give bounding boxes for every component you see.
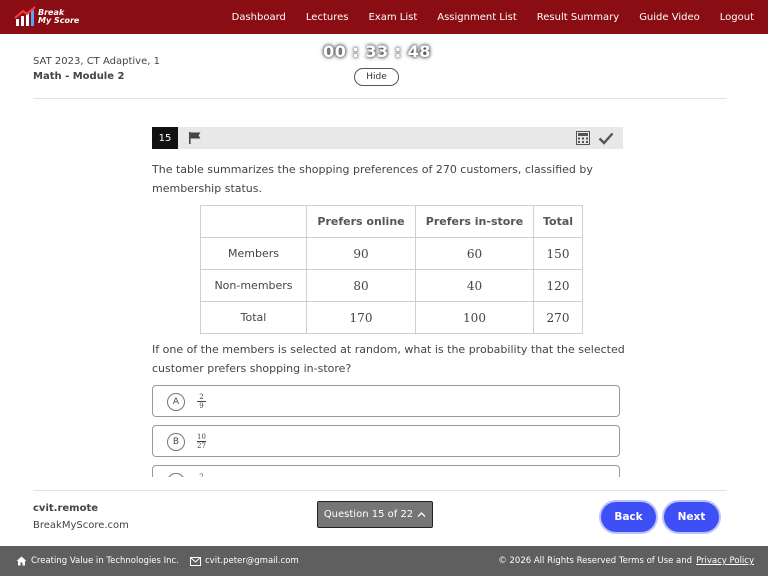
table-cell: 100: [415, 301, 534, 334]
choice-a[interactable]: A 2 9: [152, 385, 620, 417]
header-divider: [33, 98, 727, 99]
logo[interactable]: Break My Score: [14, 4, 84, 30]
nav-result-summary[interactable]: Result Summary: [537, 12, 619, 23]
bottom-bar: Creating Value in Technologies Inc. cvit…: [0, 546, 768, 576]
table-cell: 120: [533, 269, 583, 302]
timer: 00 : 33 : 48: [323, 42, 431, 61]
question-navigator-button[interactable]: Question 15 of 22: [317, 501, 433, 528]
table-cell: 170: [306, 301, 416, 334]
fraction-numerator: 2: [199, 473, 204, 477]
hide-timer-button[interactable]: Hide: [354, 68, 399, 86]
table-row-label: Total: [200, 301, 307, 334]
fraction-numerator: 10: [197, 433, 206, 441]
exam-meta: SAT 2023, CT Adaptive, 1 Math - Module 2: [33, 56, 160, 82]
table-header-cell: Prefers in-store: [415, 205, 534, 238]
table-row: Non-members 80 40 120: [200, 269, 583, 302]
choice-letter: A: [167, 393, 185, 411]
nav-dashboard[interactable]: Dashboard: [232, 12, 286, 23]
table-cell: 80: [306, 269, 416, 302]
question-text: If one of the members is selected at ran…: [152, 343, 625, 375]
choice-letter: B: [167, 433, 185, 451]
check-icon[interactable]: [598, 131, 614, 145]
home-icon: [16, 556, 27, 566]
calculator-icon[interactable]: [576, 131, 590, 145]
footer-divider: [33, 490, 727, 491]
user-site: BreakMyScore.com: [33, 520, 129, 531]
user-name: cvit.remote: [33, 503, 99, 514]
next-button[interactable]: Next: [664, 502, 719, 532]
legal-info: © 2026 All Rights Reserved Terms of Use …: [498, 546, 754, 576]
table-row: Total 170 100 270: [200, 301, 583, 334]
table-header-cell: [200, 205, 307, 238]
table-row: Members 90 60 150: [200, 237, 583, 270]
nav-lectures[interactable]: Lectures: [306, 12, 349, 23]
table-cell: 60: [415, 237, 534, 270]
email-text[interactable]: cvit.peter@gmail.com: [205, 556, 299, 566]
data-table: Prefers online Prefers in-store Total Me…: [200, 205, 583, 334]
privacy-policy-link[interactable]: Privacy Policy: [696, 556, 754, 566]
choice-letter: C: [167, 473, 185, 477]
choice-c[interactable]: C 2 5: [152, 465, 620, 477]
choice-fraction: 10 27: [197, 433, 206, 450]
nav-logout[interactable]: Logout: [720, 12, 754, 23]
table-row-label: Non-members: [200, 269, 307, 302]
question-number: 15: [152, 127, 178, 149]
fraction-numerator: 2: [199, 393, 204, 401]
question-toolbar: 15: [152, 127, 623, 149]
answer-choices: A 2 9 B 10 27 C 2 5: [152, 385, 620, 477]
copyright-text: © 2026 All Rights Reserved Terms of Use …: [498, 556, 693, 566]
question-prompt: The table summarizes the shopping prefer…: [152, 163, 593, 195]
top-nav: Break My Score Dashboard Lectures Exam L…: [0, 0, 768, 34]
nav-menu: Dashboard Lectures Exam List Assignment …: [232, 0, 754, 34]
nav-guide-video[interactable]: Guide Video: [639, 12, 700, 23]
fraction-denominator: 9: [199, 402, 204, 410]
question-navigator-label: Question 15 of 22: [323, 509, 414, 520]
exam-title: SAT 2023, CT Adaptive, 1: [33, 56, 160, 67]
logo-chart-icon: [14, 6, 36, 26]
choice-b[interactable]: B 10 27: [152, 425, 620, 457]
table-header-row: Prefers online Prefers in-store Total: [200, 205, 583, 238]
company-info: Creating Value in Technologies Inc.: [16, 546, 179, 576]
envelope-icon: [190, 556, 201, 566]
chevron-up-icon: [417, 512, 426, 517]
flag-icon[interactable]: [188, 131, 202, 145]
contact-email: cvit.peter@gmail.com: [190, 546, 299, 576]
exam-module: Math - Module 2: [33, 71, 125, 82]
table-header-cell: Total: [533, 205, 583, 238]
table-cell: 270: [533, 301, 583, 334]
back-button[interactable]: Back: [601, 502, 656, 532]
table-cell: 40: [415, 269, 534, 302]
table-header-cell: Prefers online: [306, 205, 416, 238]
nav-assignment-list[interactable]: Assignment List: [437, 12, 517, 23]
choice-fraction: 2 5: [197, 473, 206, 477]
logo-text: Break My Score: [38, 9, 79, 25]
fraction-denominator: 27: [197, 442, 206, 450]
table-cell: 90: [306, 237, 416, 270]
company-name: Creating Value in Technologies Inc.: [31, 556, 179, 566]
nav-exam-list[interactable]: Exam List: [368, 12, 417, 23]
logo-line2: My Score: [38, 16, 80, 25]
choice-fraction: 2 9: [197, 393, 206, 410]
table-row-label: Members: [200, 237, 307, 270]
table-cell: 150: [533, 237, 583, 270]
